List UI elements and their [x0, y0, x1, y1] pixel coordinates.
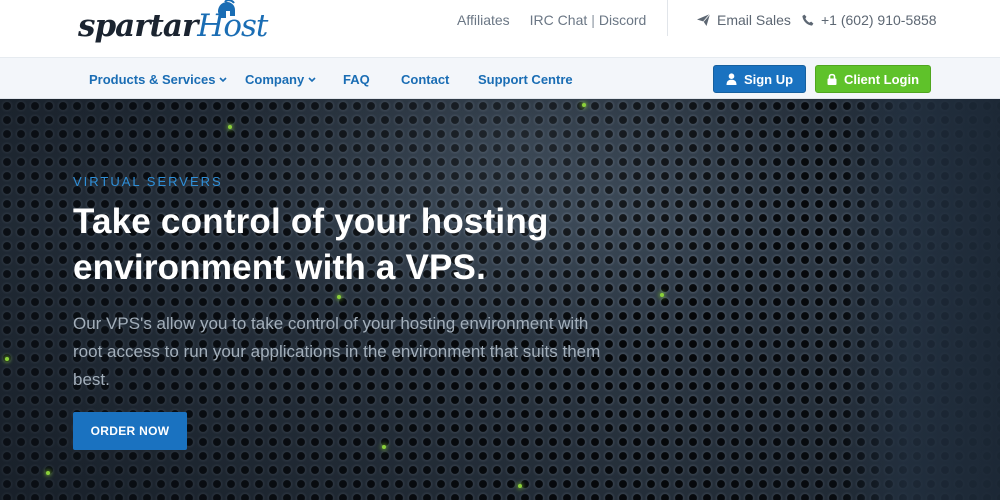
hero-description: Our VPS's allow you to take control of y… — [73, 314, 601, 389]
server-rack-shadow — [840, 99, 1000, 500]
nav-item-label: FAQ — [343, 72, 370, 87]
email-sales-link[interactable]: Email Sales — [697, 11, 791, 29]
server-led — [382, 445, 386, 449]
paper-plane-icon — [697, 14, 710, 26]
server-led — [518, 484, 522, 488]
spartan-helmet-icon — [218, 0, 235, 18]
email-sales-label: Email Sales — [717, 12, 791, 28]
lock-icon — [827, 73, 837, 85]
nav-products-services[interactable]: Products & Services — [89, 72, 228, 87]
server-led — [582, 103, 586, 107]
hero-banner: VIRTUAL SERVERS Take control of your hos… — [0, 99, 1000, 500]
server-led — [228, 125, 232, 129]
client-login-label: Client Login — [843, 71, 920, 87]
server-led — [46, 471, 50, 475]
nav-company[interactable]: Company — [245, 72, 316, 87]
sign-up-button[interactable]: Sign Up — [713, 65, 806, 93]
nav-item-label: Contact — [401, 72, 450, 87]
link-separator: | — [591, 12, 595, 28]
server-led — [660, 293, 664, 297]
spartanhost-logo[interactable]: spartarHost — [78, 0, 268, 48]
main-navigation: Products & Services Company FAQ Contact … — [0, 57, 1000, 99]
chevron-down-icon — [308, 76, 316, 82]
client-login-button[interactable]: Client Login — [815, 65, 931, 93]
chevron-down-icon — [219, 76, 228, 82]
affiliates-link[interactable]: Affiliates — [457, 12, 510, 28]
sign-up-label: Sign Up — [743, 71, 794, 87]
hero-kicker: VIRTUAL SERVERS — [73, 174, 223, 189]
user-icon — [726, 73, 737, 85]
server-led — [337, 295, 341, 299]
irc-chat-link[interactable]: IRC Chat — [530, 12, 588, 28]
phone-link[interactable]: +1 (602) 910-5858 — [802, 11, 937, 29]
server-led — [5, 357, 9, 361]
order-now-button[interactable]: ORDER NOW — [73, 412, 187, 450]
phone-number: +1 (602) 910-5858 — [821, 12, 937, 28]
discord-link[interactable]: Discord — [599, 12, 646, 28]
logo-main-text: spartar — [78, 8, 198, 44]
nav-item-label: Products & Services — [89, 72, 216, 87]
logo-wordmark: spartarHost — [78, 8, 268, 44]
hero-headline: Take control of your hosting environment… — [73, 202, 549, 287]
nav-item-label: Company — [245, 72, 305, 87]
nav-contact[interactable]: Contact — [401, 72, 449, 87]
top-bar: spartarHost Affiliates IRC Chat | Discor… — [0, 0, 1000, 57]
topbar-divider — [667, 0, 668, 36]
nav-item-label: Support Centre — [478, 72, 573, 87]
nav-faq[interactable]: FAQ — [343, 72, 370, 87]
top-links: Affiliates IRC Chat | Discord — [457, 11, 646, 29]
phone-icon — [802, 14, 814, 26]
nav-support-centre[interactable]: Support Centre — [478, 72, 573, 87]
